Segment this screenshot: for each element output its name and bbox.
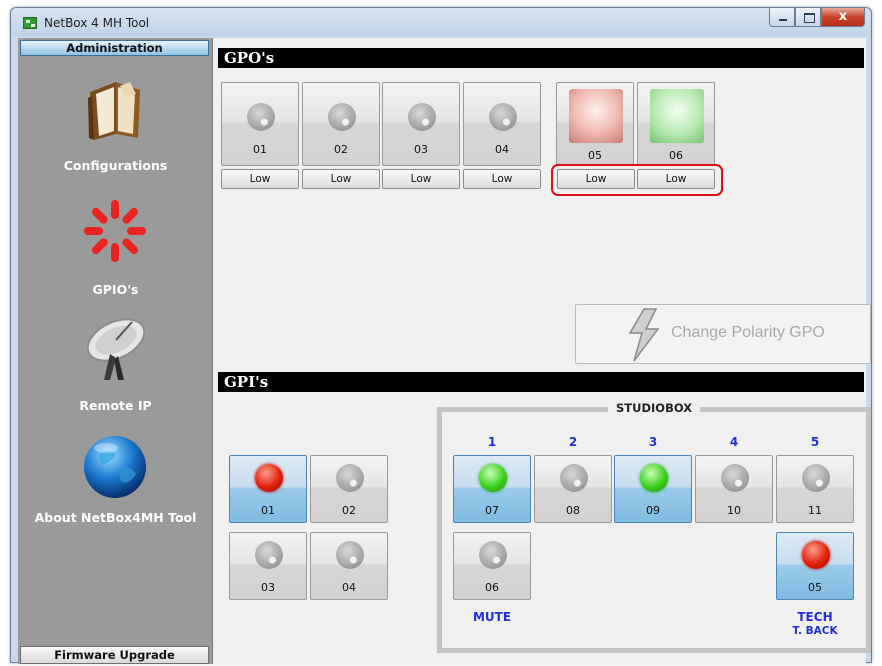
sidebar-item-label: Remote IP	[79, 398, 152, 413]
studiobox-input-tile[interactable]: 08	[534, 455, 612, 523]
gpi-input-label: 05	[808, 581, 822, 594]
gpi-section-title: GPI's	[218, 372, 864, 392]
gpi-input-label: 06	[485, 581, 499, 594]
studiobox-input-tile[interactable]: 10	[695, 455, 773, 523]
sidebar-item-label: About NetBox4MH Tool	[34, 510, 197, 525]
gpo-state-button[interactable]: Low	[382, 169, 460, 189]
gpo-state-button[interactable]: Low	[302, 169, 380, 189]
gpi-input-label: 01	[261, 504, 275, 517]
app-window: NetBox 4 MH Tool x Administration Config…	[10, 7, 872, 664]
studiobox-group: STUDIOBOX 1 2 3 4 5 07 08 09 10 11 06 05…	[437, 401, 871, 653]
gpo-output-label: 03	[414, 143, 428, 156]
gpo-output-label: 04	[495, 143, 509, 156]
gpi-input-label: 02	[342, 504, 356, 517]
gpo-output-label: 06	[669, 149, 683, 162]
minimize-button[interactable]	[769, 8, 795, 27]
highlight-box	[551, 164, 723, 196]
gpi-input-label: 08	[566, 504, 580, 517]
gpi-led-icon	[802, 541, 830, 569]
sidebar: Administration Configurations GPIO's Rem…	[18, 38, 213, 664]
window-title: NetBox 4 MH Tool	[44, 16, 150, 30]
studiobox-input-tile[interactable]: 09	[614, 455, 692, 523]
gpo-led-icon	[328, 103, 356, 131]
gpi-led-icon	[255, 464, 283, 492]
gpi-input-tile[interactable]: 01	[229, 455, 307, 523]
client-area: Administration Configurations GPIO's Rem…	[18, 38, 871, 664]
gpi-led-icon	[336, 464, 364, 492]
book-icon	[88, 82, 140, 140]
gpo-section-title: GPO's	[218, 48, 864, 68]
main-panel: GPO's 01 02 03 04 05 06 Low Low Low Low …	[218, 38, 871, 664]
gpi-input-tile[interactable]: 02	[310, 455, 388, 523]
lightning-icon	[628, 308, 660, 362]
gpo-led-icon	[247, 103, 275, 131]
gpo-led-icon	[408, 103, 436, 131]
gpi-led-icon	[255, 541, 283, 569]
administration-header[interactable]: Administration	[20, 40, 209, 56]
gpi-led-icon	[479, 464, 507, 492]
globe-icon	[84, 436, 146, 498]
gpi-led-icon	[336, 541, 364, 569]
tback-label: T. BACK	[792, 625, 838, 637]
sidebar-item-gpios[interactable]: GPIO's	[18, 198, 213, 298]
change-polarity-button[interactable]: Change Polarity GPO	[575, 304, 871, 364]
close-button[interactable]: x	[821, 8, 865, 27]
studiobox-column-label: 5	[810, 435, 820, 449]
gpi-led-icon	[721, 464, 749, 492]
studiobox-input-tile[interactable]: 06	[453, 532, 531, 600]
gpo-state-button[interactable]: Low	[463, 169, 541, 189]
studiobox-input-tile[interactable]: 05	[776, 532, 854, 600]
gpi-input-label: 04	[342, 581, 356, 594]
gpi-input-tile[interactable]: 04	[310, 532, 388, 600]
gpo-output-label: 01	[253, 143, 267, 156]
maximize-button[interactable]	[795, 8, 821, 27]
gpo-output-tile[interactable]: 02	[302, 82, 380, 166]
studiobox-title: STUDIOBOX	[608, 401, 701, 415]
studiobox-column-label: 1	[487, 435, 497, 449]
change-polarity-label: Change Polarity GPO	[671, 324, 825, 341]
gpi-led-icon	[560, 464, 588, 492]
spinner-icon	[84, 200, 146, 262]
window-controls: x	[769, 8, 865, 27]
satellite-dish-icon	[86, 318, 146, 380]
gpo-led-icon	[489, 103, 517, 131]
app-icon	[23, 17, 37, 29]
gpo-output-tile[interactable]: 01	[221, 82, 299, 166]
gpi-input-label: 11	[808, 504, 822, 517]
gpi-input-label: 03	[261, 581, 275, 594]
sidebar-item-label: GPIO's	[92, 282, 139, 297]
studiobox-column-label: 4	[729, 435, 739, 449]
gpo-pink-square-icon	[569, 89, 623, 143]
gpi-input-label: 09	[646, 504, 660, 517]
gpo-state-button[interactable]: Low	[221, 169, 299, 189]
sidebar-item-about[interactable]: About NetBox4MH Tool	[18, 434, 213, 534]
studiobox-column-label: 2	[568, 435, 578, 449]
sidebar-item-label: Configurations	[63, 158, 168, 173]
title-bar[interactable]: NetBox 4 MH Tool x	[11, 8, 871, 38]
mute-label: MUTE	[472, 610, 512, 624]
gpo-output-label: 02	[334, 143, 348, 156]
sidebar-item-configurations[interactable]: Configurations	[18, 78, 213, 188]
tech-label: TECH	[797, 610, 833, 624]
gpo-output-label: 05	[588, 149, 602, 162]
firmware-upgrade-button[interactable]: Firmware Upgrade	[20, 646, 209, 664]
studiobox-input-tile[interactable]: 07	[453, 455, 531, 523]
gpo-output-tile[interactable]: 04	[463, 82, 541, 166]
studiobox-input-tile[interactable]: 11	[776, 455, 854, 523]
gpo-output-tile[interactable]: 05	[556, 82, 634, 166]
gpo-output-tile[interactable]: 03	[382, 82, 460, 166]
studiobox-column-label: 3	[648, 435, 658, 449]
gpi-input-tile[interactable]: 03	[229, 532, 307, 600]
gpo-output-tile[interactable]: 06	[637, 82, 715, 166]
gpi-led-icon	[802, 464, 830, 492]
gpi-led-icon	[640, 464, 668, 492]
gpi-input-label: 07	[485, 504, 499, 517]
gpo-green-square-icon	[650, 89, 704, 143]
sidebar-item-remote-ip[interactable]: Remote IP	[18, 314, 213, 416]
gpi-input-label: 10	[727, 504, 741, 517]
gpi-led-icon	[479, 541, 507, 569]
